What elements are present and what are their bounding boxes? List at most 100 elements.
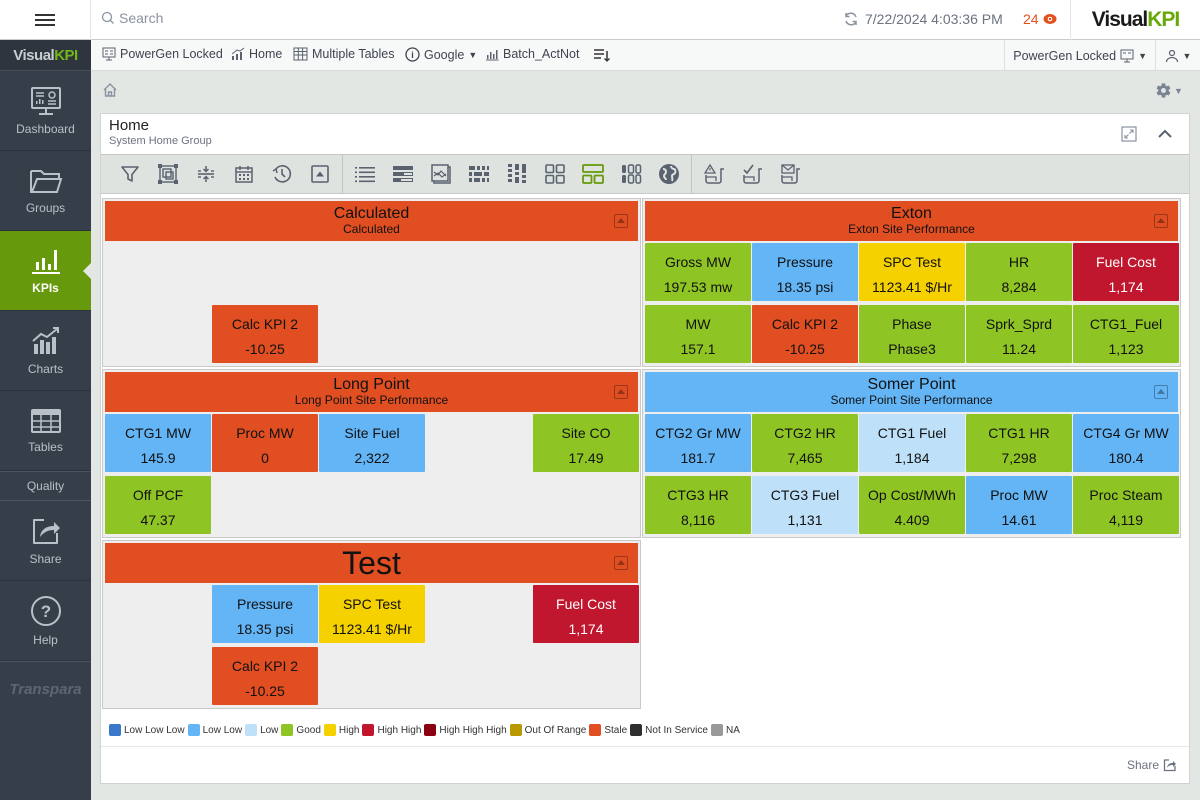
settings-menu[interactable]: ▼ bbox=[1155, 82, 1183, 99]
group-header[interactable]: Test bbox=[105, 543, 638, 583]
collapse-group-icon[interactable] bbox=[614, 385, 628, 399]
filter-button[interactable] bbox=[111, 159, 149, 189]
list-view-button[interactable] bbox=[346, 159, 384, 189]
kpi-tile[interactable]: Site Fuel 2,322 bbox=[319, 414, 425, 472]
kpi-value: -10.25 bbox=[245, 683, 285, 699]
user-menu[interactable]: ▼ bbox=[1155, 40, 1200, 71]
sparkline-view-button[interactable] bbox=[422, 159, 460, 189]
kpi-name: Fuel Cost bbox=[556, 596, 616, 612]
kpi-tile[interactable]: Phase Phase3 bbox=[859, 305, 965, 363]
history-button[interactable] bbox=[263, 159, 301, 189]
share-link[interactable]: Share bbox=[1127, 758, 1177, 772]
kpi-tile[interactable]: Calc KPI 2 -10.25 bbox=[212, 305, 318, 363]
sidebar-item-dashboard[interactable]: Dashboard bbox=[0, 71, 91, 151]
email-report-button[interactable] bbox=[771, 159, 809, 189]
kpi-name: HR bbox=[1008, 254, 1030, 270]
kpi-tile[interactable]: Sprk_Sprd 11.24 bbox=[966, 305, 1072, 363]
kpi-tile[interactable]: CTG1 MW 145.9 bbox=[105, 414, 211, 472]
collapse-group-icon[interactable] bbox=[1154, 214, 1168, 228]
sidebar-item-share[interactable]: Share bbox=[0, 501, 91, 581]
visualkpi-logo[interactable]: Visual KPI bbox=[1070, 0, 1200, 40]
kpi-tile[interactable]: CTG3 HR 8,116 bbox=[645, 476, 751, 534]
refresh-status[interactable]: 7/22/2024 4:03:36 PM bbox=[843, 11, 1003, 27]
collapse-group-icon[interactable] bbox=[1154, 385, 1168, 399]
kpi-tile[interactable]: CTG3 Fuel 1,131 bbox=[752, 476, 858, 534]
collapse-all-button[interactable] bbox=[301, 159, 339, 189]
kpi-tile[interactable]: SPC Test 1123.41 $/Hr bbox=[859, 243, 965, 301]
alerts-button[interactable]: 24 bbox=[1023, 11, 1057, 27]
map-view-button[interactable] bbox=[650, 159, 688, 189]
compact-tile-view-button[interactable] bbox=[460, 159, 498, 189]
nav-item-google[interactable]: i Google ▼ bbox=[405, 47, 477, 62]
kpi-tile[interactable]: CTG2 HR 7,465 bbox=[752, 414, 858, 472]
kpi-tile[interactable]: Calc KPI 2 -10.25 bbox=[212, 647, 318, 705]
kpi-tile[interactable]: MW 157.1 bbox=[645, 305, 751, 363]
select-area-button[interactable] bbox=[149, 159, 187, 189]
home-breadcrumb-button[interactable] bbox=[102, 82, 118, 103]
sidebar-item-quality[interactable]: Quality bbox=[0, 471, 91, 501]
grid-view-button[interactable] bbox=[536, 159, 574, 189]
sidebar-item-help[interactable]: ? Help bbox=[0, 581, 91, 661]
nav-item-multiple-tables[interactable]: Multiple Tables bbox=[293, 47, 394, 61]
menu-button[interactable] bbox=[0, 0, 91, 40]
legend-item: Low Low bbox=[187, 724, 242, 736]
column-tile-view-button[interactable] bbox=[498, 159, 536, 189]
kpi-tile[interactable]: CTG1 HR 7,298 bbox=[966, 414, 1072, 472]
sidebar-item-groups[interactable]: Groups bbox=[0, 151, 91, 231]
collapse-group-icon[interactable] bbox=[614, 556, 628, 570]
kpi-tile[interactable]: HR 8,284 bbox=[966, 243, 1072, 301]
calendar-button[interactable] bbox=[225, 159, 263, 189]
compress-button[interactable] bbox=[187, 159, 225, 189]
legend-item: Out Of Range bbox=[509, 724, 586, 736]
sort-favorites-button[interactable] bbox=[593, 48, 610, 62]
kpi-tile[interactable]: Pressure 18.35 psi bbox=[752, 243, 858, 301]
kpi-tile[interactable]: Pressure 18.35 psi bbox=[212, 585, 318, 643]
kpi-name: Op Cost/MWh bbox=[868, 487, 956, 503]
dashboard-selector[interactable]: PowerGen Locked ▼ bbox=[1004, 40, 1155, 71]
search-placeholder: Search bbox=[119, 10, 164, 26]
caret-down-icon: ▼ bbox=[1182, 50, 1192, 61]
kpi-tile[interactable]: Off PCF 47.37 bbox=[105, 476, 211, 534]
kpi-name: CTG4 Gr MW bbox=[1083, 425, 1169, 441]
search-input[interactable]: Search bbox=[101, 10, 163, 26]
nav-item-batch-actnot[interactable]: Batch_ActNot bbox=[485, 47, 579, 61]
dense-tile-view-button[interactable] bbox=[612, 159, 650, 189]
kpi-tile[interactable]: Op Cost/MWh 4.409 bbox=[859, 476, 965, 534]
collapse-toolbar-button[interactable] bbox=[1157, 126, 1173, 147]
alarm-report-button[interactable] bbox=[695, 159, 733, 189]
nav-label: Google bbox=[424, 47, 465, 62]
acknowledge-report-button[interactable] bbox=[733, 159, 771, 189]
user-icon bbox=[1165, 49, 1178, 62]
sidebar-item-tables[interactable]: Tables bbox=[0, 391, 91, 471]
group-header[interactable]: Somer Point Somer Point Site Performance bbox=[645, 372, 1178, 412]
fullscreen-button[interactable] bbox=[1121, 126, 1137, 147]
group-header[interactable]: Exton Exton Site Performance bbox=[645, 201, 1178, 241]
kpi-tile[interactable]: CTG1_Fuel 1,123 bbox=[1073, 305, 1179, 363]
collapse-group-icon[interactable] bbox=[614, 214, 628, 228]
nav-item-home[interactable]: Home bbox=[231, 47, 282, 61]
sidebar-item-kpis[interactable]: KPIs bbox=[0, 231, 91, 311]
sidebar-logo: Visual KPI bbox=[0, 40, 91, 71]
kpi-tile[interactable]: Gross MW 197.53 mw bbox=[645, 243, 751, 301]
kpi-tile[interactable]: CTG1 Fuel 1,184 bbox=[859, 414, 965, 472]
group-header[interactable]: Long Point Long Point Site Performance bbox=[105, 372, 638, 412]
list-icon bbox=[355, 167, 375, 183]
kpi-tile[interactable]: Fuel Cost 1,174 bbox=[533, 585, 639, 643]
kpi-tile[interactable]: Proc MW 0 bbox=[212, 414, 318, 472]
nav-item-powergen-locked[interactable]: PowerGen Locked bbox=[102, 47, 223, 61]
kpi-tile[interactable]: CTG4 Gr MW 180.4 bbox=[1073, 414, 1179, 472]
kpi-tile[interactable]: CTG2 Gr MW 181.7 bbox=[645, 414, 751, 472]
kpi-tile[interactable]: Proc Steam 4,119 bbox=[1073, 476, 1179, 534]
kpi-tile[interactable]: Fuel Cost 1,174 bbox=[1073, 243, 1179, 301]
sidebar-item-charts[interactable]: Charts bbox=[0, 311, 91, 391]
kpi-tile[interactable]: Calc KPI 2 -10.25 bbox=[752, 305, 858, 363]
legend-label: Good bbox=[296, 724, 321, 736]
kpi-tile[interactable]: Site CO 17.49 bbox=[533, 414, 639, 472]
bar-list-view-button[interactable] bbox=[384, 159, 422, 189]
kpi-tile[interactable]: Proc MW 14.61 bbox=[966, 476, 1072, 534]
group-header[interactable]: Calculated Calculated bbox=[105, 201, 638, 241]
legend-swatch bbox=[187, 724, 200, 736]
dashboard-icon bbox=[1120, 49, 1134, 62]
kpi-tile[interactable]: SPC Test 1123.41 $/Hr bbox=[319, 585, 425, 643]
group-tile-view-button[interactable] bbox=[574, 159, 612, 189]
